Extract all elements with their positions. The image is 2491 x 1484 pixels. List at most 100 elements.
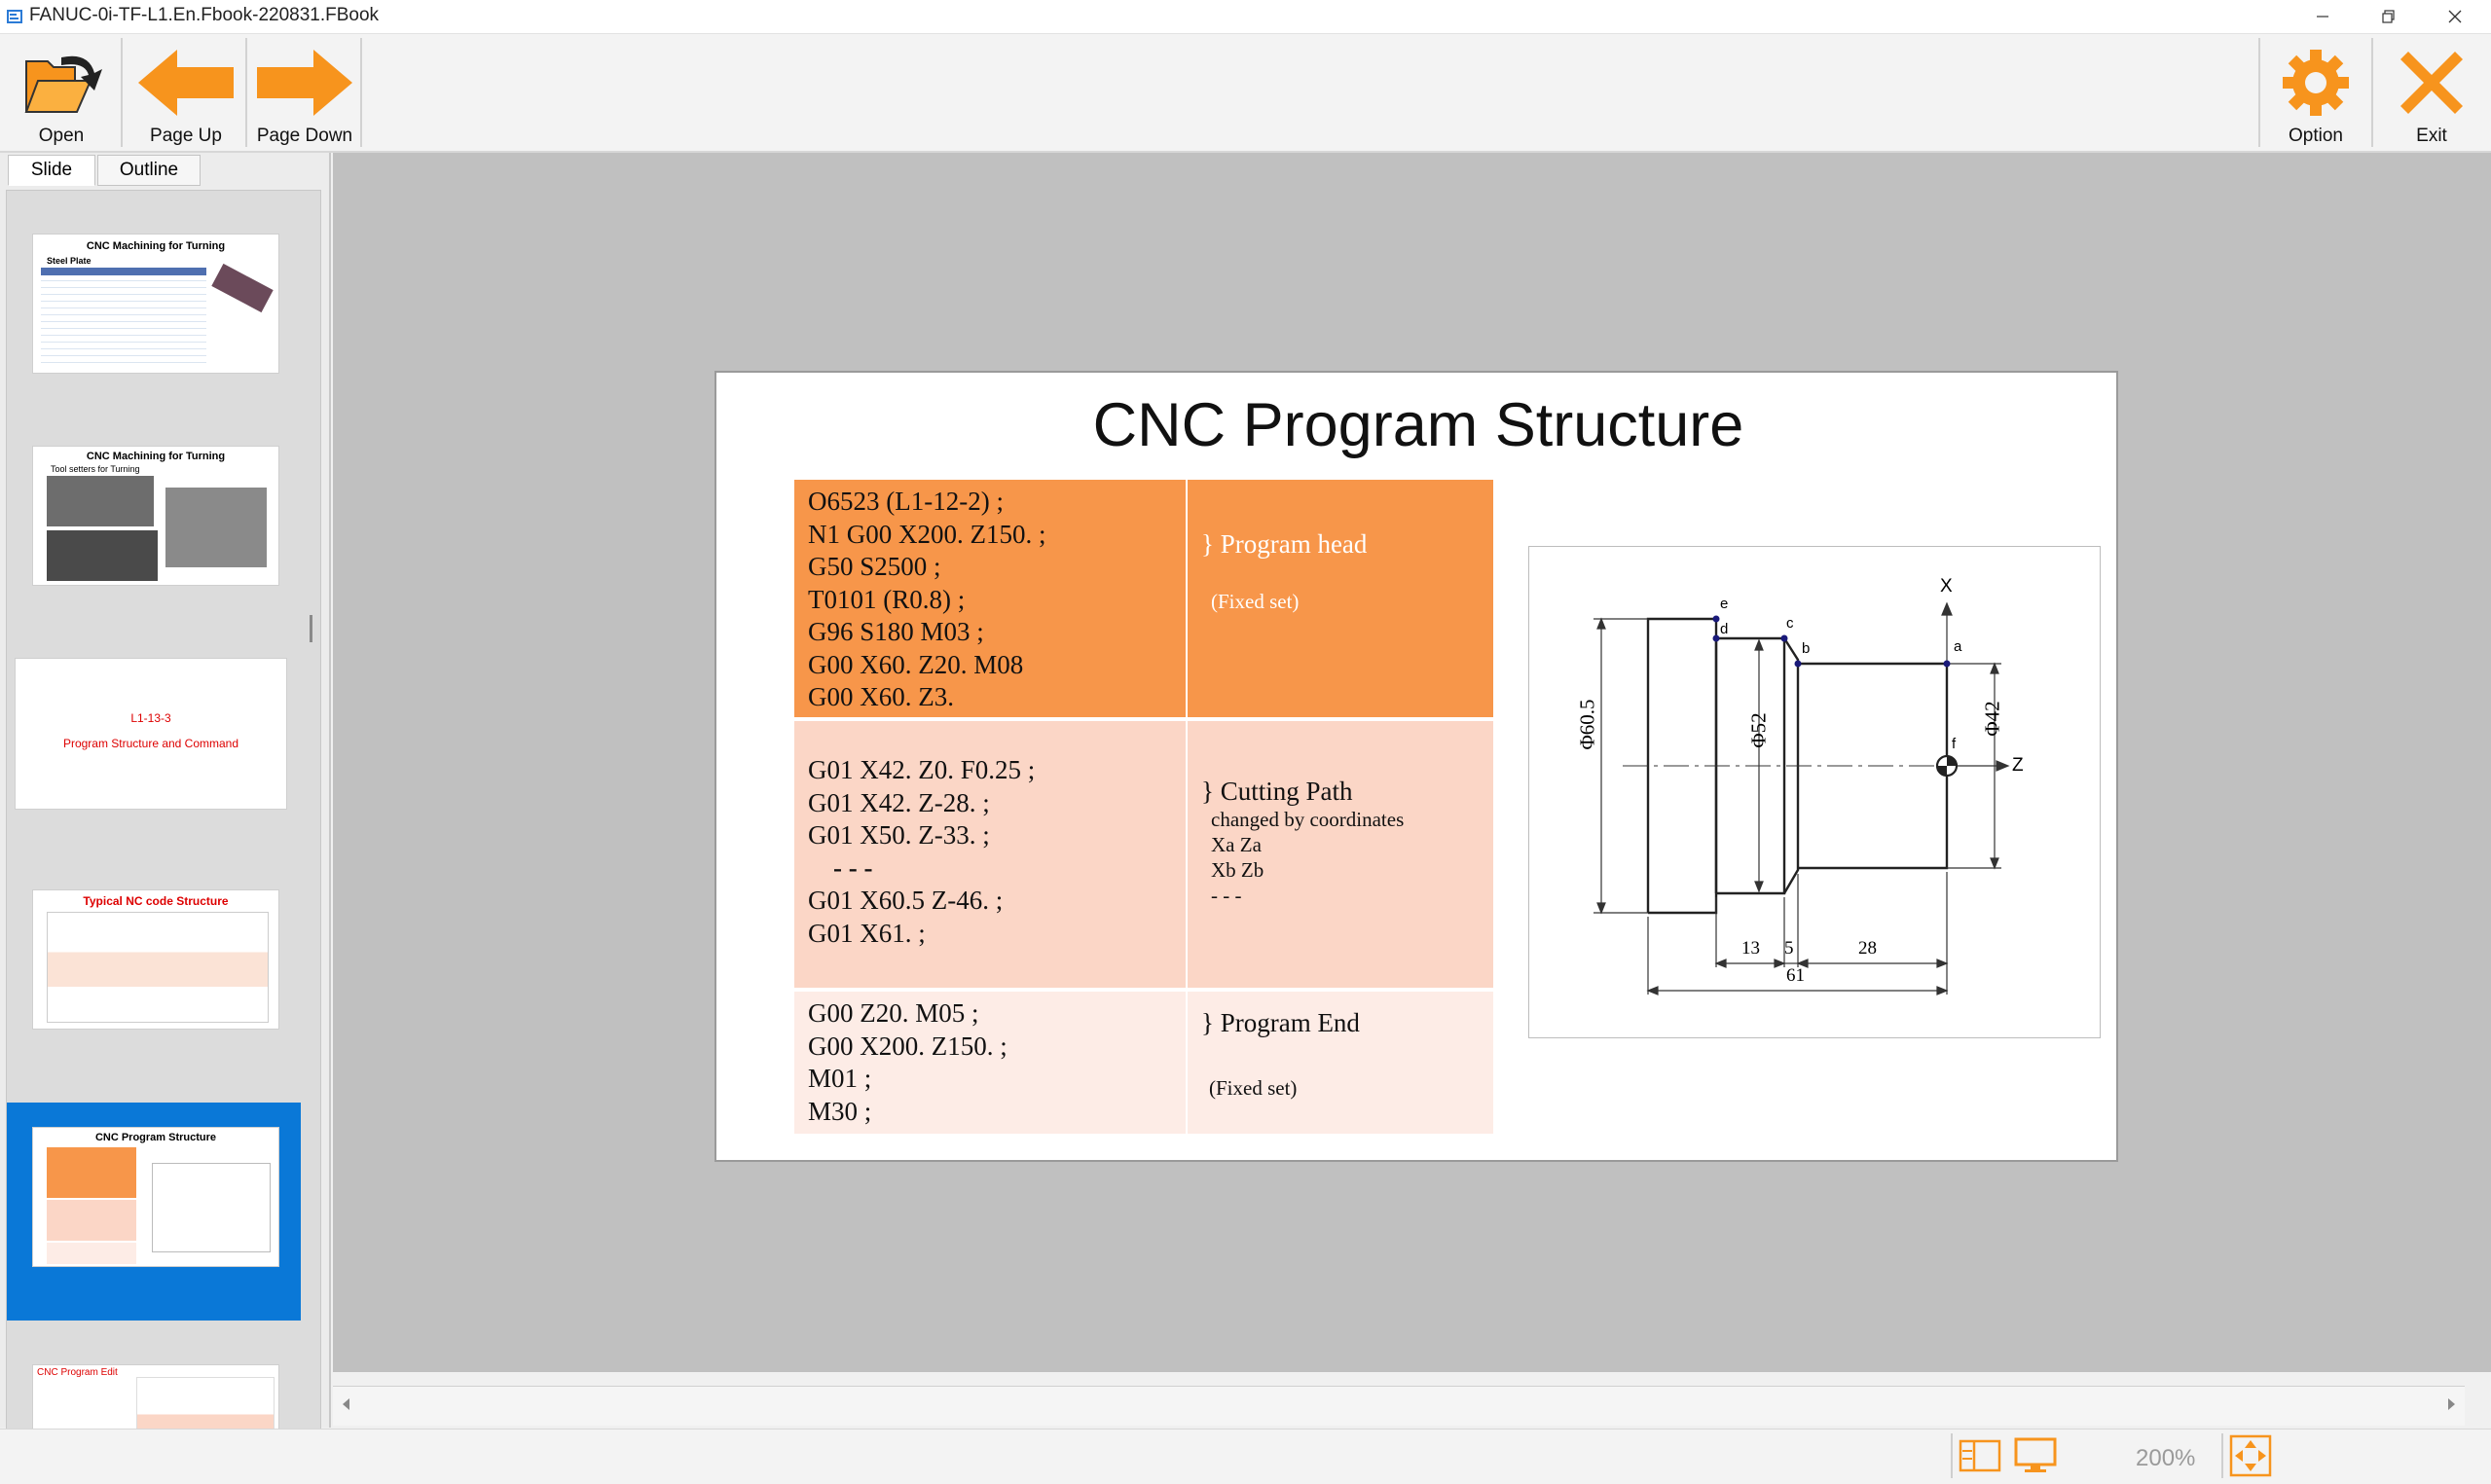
slide-title: CNC Program Structure bbox=[1092, 391, 1744, 459]
presentation-mode-button[interactable] bbox=[2007, 1433, 2064, 1478]
machine-photo-2 bbox=[47, 530, 158, 581]
page-up-button[interactable]: Page Up bbox=[127, 38, 247, 147]
zoom-level: 200% bbox=[2136, 1445, 2196, 1471]
open-button[interactable]: Open bbox=[2, 38, 123, 147]
dim-diameter-60-5: Φ60.5 bbox=[1575, 699, 1599, 750]
open-folder-icon bbox=[3, 44, 120, 122]
note-line: changed by coordinates bbox=[1211, 808, 1405, 831]
minimize-button[interactable] bbox=[2293, 0, 2352, 33]
option-label: Option bbox=[2289, 126, 2343, 146]
title-bar: FANUC-0i-TF-L1.En.Fbook-220831.FBook bbox=[0, 0, 2491, 34]
thumbnail-block-head bbox=[47, 1147, 136, 1198]
slide-thumbnail-4[interactable]: Typical NC code Structure bbox=[32, 889, 279, 1030]
note-line: Xb Zb bbox=[1211, 858, 1264, 882]
code-line: G96 S180 M03 ; bbox=[808, 617, 984, 646]
gear-icon bbox=[2257, 44, 2374, 122]
scroll-right-arrow-icon[interactable] bbox=[2448, 1398, 2455, 1410]
fit-window-icon bbox=[2229, 1434, 2272, 1477]
note-line: Xa Za bbox=[1211, 833, 1262, 856]
cutting-path-label-cell: } Cutting Path changed by coordinates Xa… bbox=[1188, 721, 1493, 988]
slide-thumbnail-1[interactable]: CNC Machining for Turning Steel Plate bbox=[32, 234, 279, 374]
axis-z-label: Z bbox=[2012, 755, 2024, 776]
code-line: G01 X50. Z-33. ; bbox=[808, 820, 990, 850]
machine-photo-1 bbox=[47, 476, 154, 526]
machine-photo-3 bbox=[165, 488, 267, 567]
code-line: G01 X60.5 Z-46. ; bbox=[808, 886, 1004, 915]
code-line: G01 X42. Z-28. ; bbox=[808, 787, 990, 817]
scroll-left-arrow-icon[interactable] bbox=[343, 1398, 349, 1410]
open-label: Open bbox=[38, 126, 85, 146]
thumbnail-table-graphic bbox=[41, 268, 206, 367]
tab-slide[interactable]: Slide bbox=[8, 155, 95, 186]
dim-13: 13 bbox=[1741, 938, 1760, 959]
thumbnail-title: L1-13-3 bbox=[130, 711, 171, 725]
thumbnail-title: CNC Program Edit bbox=[37, 1367, 118, 1378]
code-line: M30 ; bbox=[808, 1096, 872, 1126]
arrow-left-icon bbox=[128, 44, 244, 122]
program-end-note: (Fixed set) bbox=[1209, 1076, 1298, 1100]
program-head-label-cell: } Program head (Fixed set) bbox=[1188, 480, 1493, 717]
code-line: G50 S2500 ; bbox=[808, 552, 941, 581]
steel-plate-image bbox=[211, 263, 274, 313]
code-line: G00 X200. Z150. ; bbox=[808, 1031, 1007, 1061]
thumbnail-drawing bbox=[152, 1163, 271, 1252]
monitor-icon bbox=[2014, 1437, 2057, 1472]
thumbnail-block-path bbox=[47, 1200, 136, 1241]
program-end-label: } Program End bbox=[1201, 1008, 1360, 1037]
page-up-label: Page Up bbox=[150, 126, 222, 146]
code-line: - - - bbox=[833, 852, 873, 883]
thumbnail-block-end bbox=[47, 1243, 136, 1264]
toolbar: Open Page Up Page Down Option Exit bbox=[0, 34, 2491, 153]
code-line: O6523 (L1-12-2) ; bbox=[808, 487, 1004, 516]
fit-to-window-button[interactable] bbox=[2221, 1433, 2278, 1478]
program-head-code: O6523 (L1-12-2) ; N1 G00 X200. Z150. ; G… bbox=[794, 480, 1186, 717]
maximize-button[interactable] bbox=[2360, 0, 2418, 33]
thumbnail-notes-graphic bbox=[136, 1377, 275, 1429]
program-end-code: G00 Z20. M05 ; G00 X200. Z150. ; M01 ; M… bbox=[794, 992, 1186, 1134]
part-drawing: Φ60.5 Φ52 Φ42 13 5 28 61 X Z a b c d e f bbox=[1528, 546, 2101, 1038]
cutting-path-note: changed by coordinates Xa Za Xb Zb - - - bbox=[1211, 807, 1404, 908]
thumbnail-code-table bbox=[47, 912, 269, 1023]
cutting-path-code: G01 X42. Z0. F0.25 ; G01 X42. Z-28. ; G0… bbox=[794, 721, 1186, 988]
code-line: N1 G00 X200. Z150. ; bbox=[808, 519, 1046, 549]
exit-button[interactable]: Exit bbox=[2375, 38, 2488, 147]
thumbnail-list[interactable]: CNC Machining for Turning Steel Plate CN… bbox=[6, 190, 321, 1430]
code-line: G00 X60. Z3. bbox=[808, 682, 954, 711]
option-button[interactable]: Option bbox=[2258, 38, 2373, 147]
thumbnail-title: CNC Machining for Turning bbox=[86, 240, 226, 252]
thumbnail-subtitle: Steel Plate bbox=[47, 256, 92, 266]
slide-thumbnail-6[interactable]: CNC Program Edit bbox=[32, 1364, 279, 1429]
point-c-label: c bbox=[1786, 615, 1794, 632]
page-down-button[interactable]: Page Down bbox=[249, 38, 362, 147]
tab-outline[interactable]: Outline bbox=[97, 155, 201, 186]
code-line: M01 ; bbox=[808, 1064, 872, 1093]
panel-layout-button[interactable] bbox=[1951, 1433, 2007, 1478]
point-f-label: f bbox=[1952, 736, 1957, 752]
axis-x-label: X bbox=[1940, 576, 1953, 597]
note-line: - - - bbox=[1211, 884, 1242, 907]
slide-page: CNC Program Structure O6523 (L1-12-2) ; … bbox=[714, 371, 2118, 1162]
thumbnail-table-header bbox=[41, 268, 206, 275]
slide-thumbnail-2[interactable]: CNC Machining for Turning Tool setters f… bbox=[32, 446, 279, 586]
thumbnail-subtitle: Program Structure and Command bbox=[62, 737, 239, 750]
code-line: T0101 (R0.8) ; bbox=[808, 584, 966, 614]
arrow-right-icon bbox=[246, 44, 363, 122]
dim-diameter-52: Φ52 bbox=[1746, 712, 1771, 748]
panel-splitter[interactable] bbox=[310, 615, 312, 642]
close-button[interactable] bbox=[2426, 0, 2484, 33]
thumbnail-title: CNC Program Structure bbox=[94, 1132, 217, 1143]
thumbnail-subtitle: Tool setters for Turning bbox=[51, 464, 140, 474]
panel-layout-icon bbox=[1959, 1439, 2001, 1472]
program-head-note: (Fixed set) bbox=[1211, 590, 1300, 613]
dim-5: 5 bbox=[1784, 938, 1794, 959]
dim-61: 61 bbox=[1786, 965, 1805, 986]
app-icon bbox=[6, 8, 23, 25]
code-line: G01 X61. ; bbox=[808, 918, 926, 948]
cutting-path-label: } Cutting Path bbox=[1201, 777, 1353, 806]
code-line: G00 Z20. M05 ; bbox=[808, 998, 979, 1028]
slide-thumbnail-3[interactable]: L1-13-3 Program Structure and Command bbox=[15, 658, 287, 810]
code-line: G01 X42. Z0. F0.25 ; bbox=[808, 755, 1036, 784]
point-e-label: e bbox=[1720, 596, 1729, 612]
horizontal-scrollbar[interactable] bbox=[333, 1386, 2465, 1426]
slide-thumbnail-5[interactable]: CNC Program Structure bbox=[32, 1127, 279, 1267]
